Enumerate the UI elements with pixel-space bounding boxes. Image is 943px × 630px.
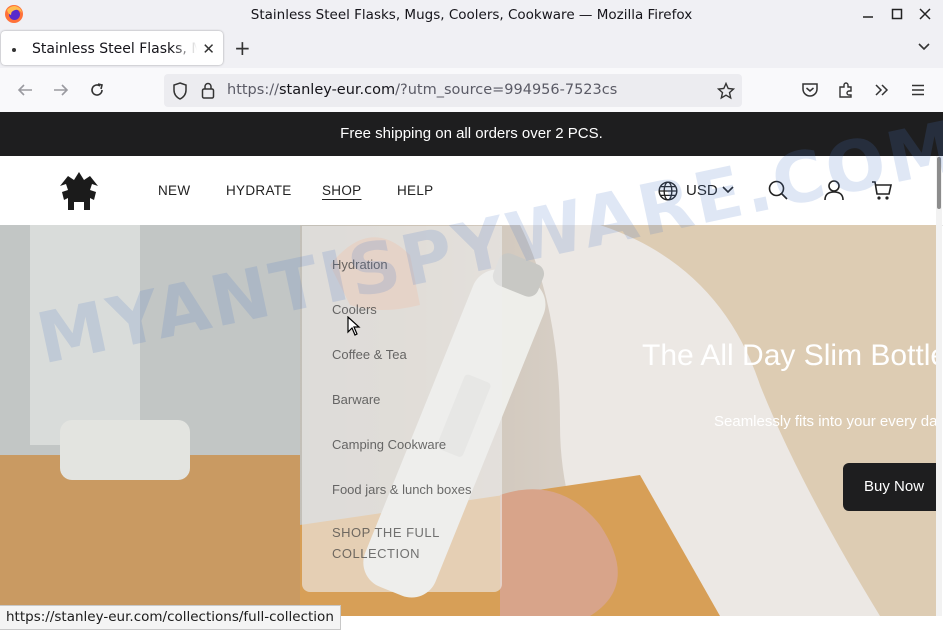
reload-icon xyxy=(91,83,103,96)
chevron-down-icon[interactable] xyxy=(721,184,743,206)
dropdown-item-coolers[interactable]: Coolers xyxy=(332,302,377,317)
announcement-bar: Free shipping on all orders over 2 PCS. xyxy=(0,112,943,156)
dropdown-item-barware[interactable]: Barware xyxy=(332,392,380,407)
close-icon xyxy=(919,8,931,20)
page-scrollbar[interactable] xyxy=(936,156,942,616)
shop-dropdown-menu: Hydration Coolers Coffee & Tea Barware C… xyxy=(302,226,502,592)
url-scheme: https:// xyxy=(227,82,279,98)
double-chevron-icon xyxy=(875,84,889,96)
url-bar[interactable]: https://stanley-eur.com/?utm_source=9949… xyxy=(164,74,742,107)
list-all-tabs-icon[interactable] xyxy=(917,40,931,54)
tab-strip: Stainless Steel Flasks, Mugs, Coolers, C… xyxy=(0,30,943,68)
account-icon[interactable] xyxy=(823,179,845,201)
dropdown-item-camping-cookware[interactable]: Camping Cookware xyxy=(332,437,446,452)
back-arrow-icon xyxy=(17,84,32,96)
scrollbar-thumb[interactable] xyxy=(937,157,941,209)
navigation-toolbar: https://stanley-eur.com/?utm_source=9949… xyxy=(0,68,943,113)
hero-subtitle: Seamlessly fits into your every day xyxy=(714,413,936,430)
app-menu-button[interactable] xyxy=(908,80,928,100)
dropdown-item-food-jars[interactable]: Food jars & lunch boxes xyxy=(332,482,471,497)
dropdown-item-coffee-tea[interactable]: Coffee & Tea xyxy=(332,347,407,362)
browser-tab[interactable]: Stainless Steel Flasks, Mugs, Coolers, C… xyxy=(1,31,223,65)
menu-item-shop[interactable]: SHOP xyxy=(322,183,361,198)
link-status-bar: https://stanley-eur.com/collections/full… xyxy=(0,605,341,630)
more-tools-button[interactable] xyxy=(871,80,891,100)
mouse-pointer-icon xyxy=(347,316,361,336)
site-header: NEW HYDRATE SHOP HELP USD xyxy=(0,156,943,226)
dropdown-item-hydration[interactable]: Hydration xyxy=(332,257,388,272)
menu-item-hydrate[interactable]: HYDRATE xyxy=(226,183,292,198)
url-text[interactable]: https://stanley-eur.com/?utm_source=9949… xyxy=(227,82,617,98)
tab-loading-icon xyxy=(12,48,16,52)
window-title: Stainless Steel Flasks, Mugs, Coolers, C… xyxy=(250,7,693,23)
minimize-icon xyxy=(863,16,873,18)
maximize-button[interactable] xyxy=(884,3,910,25)
search-icon[interactable] xyxy=(767,179,789,201)
lock-icon[interactable] xyxy=(201,82,215,99)
hero-title: The All Day Slim Bottle xyxy=(642,339,936,372)
url-host: stanley-eur.com xyxy=(278,82,396,98)
cart-icon[interactable] xyxy=(871,179,893,201)
forward-arrow-icon xyxy=(54,84,69,96)
stanley-bear-logo-icon[interactable] xyxy=(56,170,102,212)
shop-full-collection-link[interactable]: SHOP THE FULL COLLECTION xyxy=(332,522,452,564)
buy-now-button[interactable]: Buy Now xyxy=(843,463,936,511)
extensions-button[interactable] xyxy=(836,80,856,100)
globe-icon[interactable] xyxy=(657,180,679,202)
back-button[interactable] xyxy=(15,80,35,100)
window-titlebar: Stainless Steel Flasks, Mugs, Coolers, C… xyxy=(0,0,943,30)
new-tab-button[interactable]: + xyxy=(234,38,251,58)
currency-selector[interactable]: USD xyxy=(686,182,718,199)
reload-button[interactable] xyxy=(87,80,107,100)
tab-title: Stainless Steel Flasks, Mugs, Coolers, C… xyxy=(32,41,197,57)
url-path: /?utm_source=994956-7523cs xyxy=(395,82,618,98)
tab-close-icon[interactable]: ✕ xyxy=(202,40,215,58)
forward-button[interactable] xyxy=(51,80,71,100)
hamburger-menu-icon xyxy=(912,84,924,96)
puzzle-piece-icon xyxy=(839,82,852,98)
minimize-button[interactable] xyxy=(855,3,881,25)
close-window-button[interactable] xyxy=(912,3,938,25)
bookmark-star-icon[interactable] xyxy=(717,82,735,100)
menu-item-help[interactable]: HELP xyxy=(397,183,433,198)
menu-item-new[interactable]: NEW xyxy=(158,183,190,198)
maximize-icon xyxy=(891,8,903,20)
pocket-button[interactable] xyxy=(800,80,820,100)
pocket-icon xyxy=(802,83,818,97)
shield-icon[interactable] xyxy=(172,82,188,100)
